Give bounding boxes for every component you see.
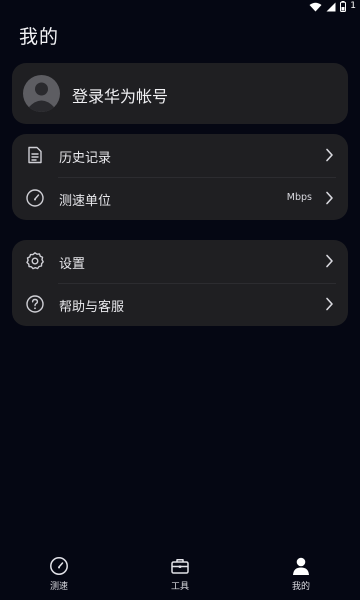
document-icon <box>25 145 45 165</box>
speedometer-icon <box>25 188 45 208</box>
speedometer-icon <box>49 556 69 576</box>
signal-icon <box>326 2 336 12</box>
history-row[interactable]: 历史记录 <box>12 134 348 177</box>
menu-group-history-unit: 历史记录 测速单位 Mbps <box>12 134 348 220</box>
speed-unit-row[interactable]: 测速单位 Mbps <box>12 177 348 220</box>
chevron-right-icon <box>325 191 334 205</box>
menu-group-settings-help: 设置 帮助与客服 <box>12 240 348 326</box>
nav-label-mine: 我的 <box>291 582 310 592</box>
nav-tab-speed-test[interactable]: 测速 <box>29 556 89 598</box>
account-card[interactable]: 登录华为帐号 <box>12 63 348 124</box>
chevron-right-icon <box>325 148 334 162</box>
nav-tab-tools[interactable]: 工具 <box>150 556 210 598</box>
battery-text: 1 <box>350 1 356 11</box>
nav-label-tools: 工具 <box>170 582 189 592</box>
speed-unit-value: Mbps <box>286 192 312 203</box>
nav-tab-mine[interactable]: 我的 <box>271 556 331 598</box>
settings-label: 设置 <box>59 257 86 272</box>
toolbox-icon <box>170 556 190 576</box>
history-label: 历史记录 <box>59 151 112 166</box>
help-service-label: 帮助与客服 <box>59 300 125 315</box>
chevron-right-icon <box>325 297 334 311</box>
gear-icon <box>25 251 45 271</box>
chevron-right-icon <box>325 254 334 268</box>
speed-unit-label: 测速单位 <box>59 194 112 209</box>
login-huawei-account-label: 登录华为帐号 <box>72 87 169 106</box>
page-title: 我的 <box>19 26 60 48</box>
bottom-nav: 测速 工具 我的 <box>0 554 360 600</box>
status-icons: 1 <box>309 1 356 12</box>
person-icon <box>291 556 311 576</box>
status-bar: 1 <box>0 0 360 14</box>
nav-label-speed-test: 测速 <box>49 582 68 592</box>
user-avatar-icon <box>23 75 60 112</box>
battery-icon <box>340 1 347 12</box>
help-icon <box>25 294 45 314</box>
help-service-row[interactable]: 帮助与客服 <box>12 283 348 326</box>
profile-page: 1 我的 登录华为帐号 历史记录 测速单位 Mbps 设置 帮助与客服 测速 工… <box>0 0 360 600</box>
settings-row[interactable]: 设置 <box>12 240 348 283</box>
wifi-icon <box>309 2 322 12</box>
